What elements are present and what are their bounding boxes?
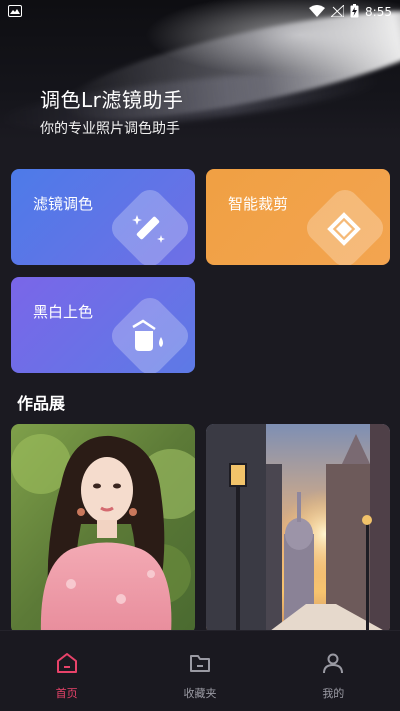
city-sunset-photo [206,424,390,634]
feature-card-colorize[interactable]: 黑白上色 [11,277,195,373]
user-icon [321,651,345,679]
magic-wand-icon [125,205,173,253]
feature-card-crop[interactable]: 智能裁剪 [206,169,390,265]
app-subtitle: 你的专业照片调色助手 [40,121,180,137]
signal-icon [329,3,345,20]
tab-label: 首页 [55,687,78,700]
home-icon [55,651,79,679]
feature-card-filter[interactable]: 滤镜调色 [11,169,195,265]
gallery-item-city[interactable] [206,424,390,634]
feature-card-label: 滤镜调色 [33,195,94,213]
portrait-photo [11,424,195,634]
status-bar: 8:55 [0,0,400,24]
status-time: 8:55 [365,5,392,19]
gallery-title: 作品展 [17,394,66,413]
bottom-tab-bar: 首页 收藏夹 我的 [0,630,400,711]
tab-label: 收藏夹 [183,687,217,700]
tab-favorites[interactable]: 收藏夹 [133,631,266,711]
gallery-notification-icon [8,4,22,20]
battery-icon [350,3,359,21]
folder-icon [188,651,212,679]
feature-card-label: 智能裁剪 [228,195,289,213]
crop-icon [320,205,368,253]
wifi-icon [309,4,326,20]
tab-profile[interactable]: 我的 [267,631,400,711]
app-title: 调色Lr滤镜助手 [40,88,184,112]
gallery-item-portrait[interactable] [11,424,195,634]
tab-home[interactable]: 首页 [0,631,133,711]
paint-bucket-icon [125,313,173,361]
tab-label: 我的 [322,687,345,700]
feature-card-label: 黑白上色 [33,303,94,321]
